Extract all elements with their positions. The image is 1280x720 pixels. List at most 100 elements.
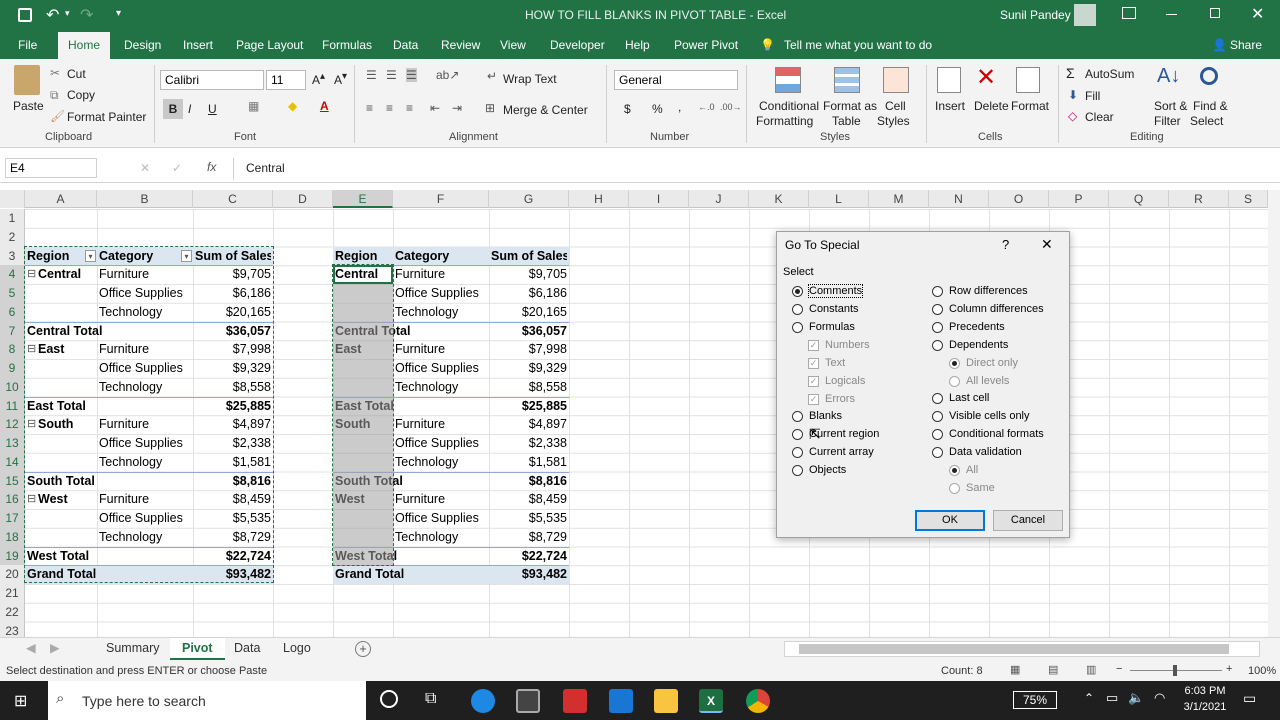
option-same[interactable]: Same <box>949 482 995 494</box>
undo-dropdown-icon[interactable]: ▾ <box>65 8 70 19</box>
p2-category-cell[interactable]: Technology <box>395 303 487 322</box>
increase-indent-icon[interactable]: ⇥ <box>452 101 462 115</box>
save-icon[interactable] <box>18 8 32 22</box>
row-header-16[interactable]: 16 <box>0 490 25 510</box>
format-cells-button[interactable]: Format <box>1011 99 1049 113</box>
cell-styles-icon[interactable] <box>883 67 909 93</box>
user-name[interactable]: Sunil Pandey <box>1000 8 1071 22</box>
font-color-icon[interactable]: A <box>320 99 329 113</box>
row-header-1[interactable]: 1 <box>0 209 25 228</box>
tab-page-layout[interactable]: Page Layout <box>236 38 303 52</box>
tab-developer[interactable]: Developer <box>550 38 605 52</box>
conditional-formatting-button[interactable]: Conditional <box>759 99 819 113</box>
p2-sales-cell[interactable]: $7,998 <box>491 340 567 359</box>
borders-icon[interactable]: ▦ <box>248 99 259 113</box>
tray-chevron-icon[interactable]: ⌃ <box>1084 691 1094 705</box>
copy-icon[interactable]: ⧉ <box>50 88 59 103</box>
clear-icon[interactable]: ◇ <box>1068 109 1077 123</box>
wrap-text-button[interactable]: Wrap Text <box>503 72 557 86</box>
clear-button[interactable]: Clear <box>1085 110 1114 124</box>
row-header-17[interactable]: 17 <box>0 509 25 528</box>
conditional-formatting-icon[interactable] <box>775 67 801 93</box>
share-button[interactable]: Share <box>1230 38 1262 52</box>
percent-button[interactable]: % <box>652 102 663 116</box>
option-blanks[interactable]: Blanks <box>792 410 842 422</box>
option-text[interactable]: ✓ Text <box>808 357 845 369</box>
windows-start-icon[interactable]: ⊞ <box>14 691 27 711</box>
p2-category-cell[interactable]: Furniture <box>395 415 487 434</box>
row-header-15[interactable]: 15 <box>0 471 25 491</box>
find-select-label-2[interactable]: Select <box>1190 114 1223 128</box>
find-select-button[interactable]: Find & <box>1193 99 1228 113</box>
row-header-5[interactable]: 5 <box>0 284 25 303</box>
scroll-tabs-left-icon[interactable]: ◀ <box>26 638 36 660</box>
row-header-3[interactable]: 3 <box>0 246 25 266</box>
edge-icon[interactable] <box>471 689 495 713</box>
tab-power-pivot[interactable]: Power Pivot <box>674 38 738 52</box>
option-numbers[interactable]: ✓ Numbers <box>808 339 870 351</box>
p2-category-cell[interactable]: Furniture <box>395 340 487 359</box>
clock-time[interactable]: 6:03 PM <box>1180 685 1230 697</box>
store-icon[interactable] <box>516 689 540 713</box>
grow-font-icon[interactable]: A▴ <box>312 71 325 87</box>
cut-button[interactable]: Cut <box>67 67 86 81</box>
p2-sales-cell[interactable]: $1,581 <box>491 453 567 472</box>
undo-icon[interactable]: ↶ <box>46 5 59 25</box>
decrease-decimal-icon[interactable]: .00→ <box>720 102 742 112</box>
p2-sales-cell[interactable]: $6,186 <box>491 284 567 303</box>
sheet-tab-data[interactable]: Data <box>234 638 260 660</box>
notifications-icon[interactable]: ▭ <box>1243 690 1256 707</box>
pdf-app-icon[interactable] <box>563 689 587 713</box>
format-as-table-label-2[interactable]: Table <box>832 114 861 128</box>
col-header-a[interactable]: A <box>25 190 97 208</box>
option-row-differences[interactable]: Row differences <box>932 285 1028 297</box>
option-data-validation[interactable]: Data validation <box>932 446 1022 458</box>
redo-icon[interactable]: ↷ <box>80 5 93 25</box>
comma-button[interactable]: , <box>678 100 681 114</box>
option-current-array[interactable]: Current array <box>792 446 874 458</box>
row-header-6[interactable]: 6 <box>0 302 25 322</box>
scroll-tabs-right-icon[interactable]: ▶ <box>50 638 60 660</box>
format-cells-icon[interactable] <box>1016 67 1040 93</box>
p2-sales-cell[interactable]: $5,535 <box>491 509 567 528</box>
p2-category-cell[interactable]: Furniture <box>395 265 487 284</box>
cell-styles-button[interactable]: Cell <box>885 99 906 113</box>
close-window-icon[interactable]: ✕ <box>1251 4 1264 24</box>
p2-category-cell[interactable] <box>395 322 487 341</box>
p2-category-cell[interactable] <box>395 547 487 566</box>
cortana-icon[interactable] <box>380 690 398 708</box>
formula-input[interactable]: Central <box>246 161 285 175</box>
col-header-l[interactable]: L <box>809 190 869 208</box>
option-column-differences[interactable]: Column differences <box>932 303 1044 315</box>
tab-data[interactable]: Data <box>393 38 418 52</box>
copy-button[interactable]: Copy <box>67 88 95 102</box>
chrome-icon[interactable] <box>746 689 770 713</box>
align-bottom-icon[interactable]: ☰ <box>406 68 417 82</box>
task-view-icon[interactable]: ⧉ <box>425 690 436 708</box>
increase-decimal-icon[interactable]: ←.0 <box>698 102 715 112</box>
p2-sales-cell[interactable]: $25,885 <box>491 397 567 416</box>
option-objects[interactable]: Objects <box>792 464 846 476</box>
fill-color-icon[interactable]: ◆ <box>288 99 297 113</box>
vertical-scrollbar[interactable] <box>1268 190 1280 637</box>
option-constants[interactable]: Constants <box>792 303 859 315</box>
tell-me-search[interactable]: Tell me what you want to do <box>784 38 932 52</box>
autosum-icon[interactable]: Σ <box>1066 65 1075 81</box>
zoom-slider-thumb[interactable] <box>1173 665 1177 676</box>
col-header-q[interactable]: Q <box>1109 190 1169 208</box>
mail-icon[interactable] <box>609 689 633 713</box>
row-header-4[interactable]: 4 <box>0 265 25 285</box>
tab-review[interactable]: Review <box>441 38 480 52</box>
option-all[interactable]: All <box>949 464 978 476</box>
fill-icon[interactable]: ⬇ <box>1068 88 1078 102</box>
option-errors[interactable]: ✓ Errors <box>808 393 855 405</box>
horizontal-scroll-thumb[interactable] <box>799 644 1229 654</box>
option-formulas[interactable]: Formulas <box>792 321 855 333</box>
currency-button[interactable]: $ <box>624 102 631 116</box>
col-header-f[interactable]: F <box>393 190 489 208</box>
cancel-entry-icon[interactable]: ✕ <box>140 161 150 175</box>
p2-header-region[interactable]: Region <box>335 247 391 266</box>
bold-button[interactable]: B <box>163 99 183 119</box>
p2-category-cell[interactable]: Technology <box>395 528 487 547</box>
p2-category-cell[interactable]: Technology <box>395 453 487 472</box>
